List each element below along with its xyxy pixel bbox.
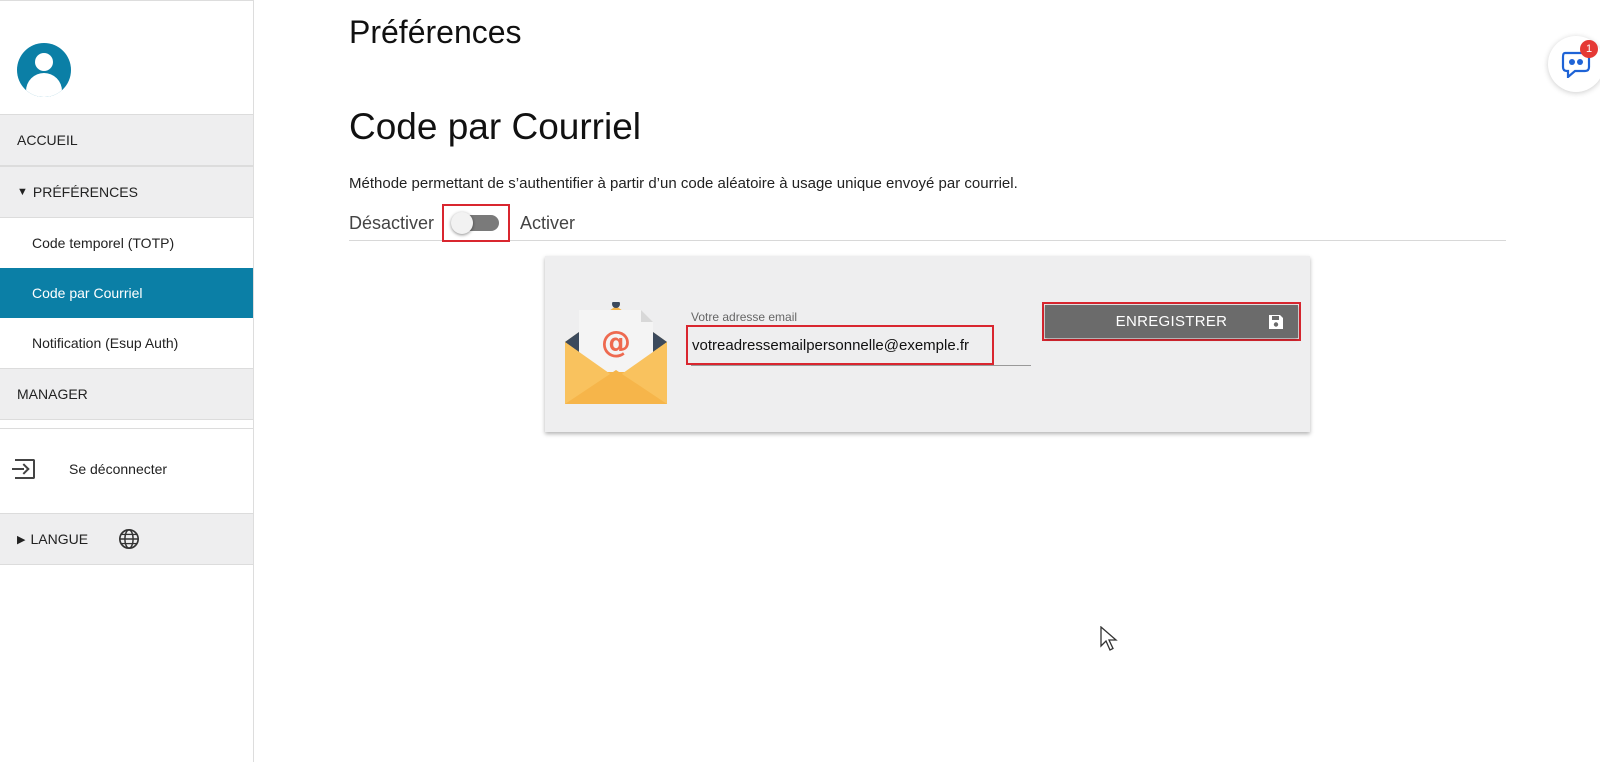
activation-toggle[interactable] — [451, 212, 500, 234]
envelope-icon: @ — [565, 302, 667, 404]
toggle-knob — [451, 212, 474, 234]
sidebar-item-label: PRÉFÉRENCES — [32, 184, 138, 200]
email-field-underline — [691, 365, 1031, 366]
sidebar-item-label: Code temporel (TOTP) — [32, 235, 175, 251]
save-button[interactable]: ENREGISTRER — [1045, 305, 1298, 338]
svg-text:@: @ — [601, 325, 631, 360]
notification-badge: 1 — [1580, 40, 1598, 58]
activation-toggle-row: Désactiver Activer — [349, 204, 1506, 242]
save-button-label: ENREGISTRER — [1115, 313, 1228, 330]
toggle-highlight — [442, 204, 511, 242]
sidebar-item-manager[interactable]: MANAGER — [0, 368, 253, 420]
sidebar-item-totp[interactable]: Code temporel (TOTP) — [0, 218, 253, 268]
caret-right-icon: ▶ — [17, 533, 26, 546]
floppy-disk-icon — [1269, 315, 1283, 329]
save-button-highlight: ENREGISTRER — [1042, 302, 1301, 341]
toggle-on-label: Activer — [520, 212, 576, 233]
logout-button[interactable]: Se déconnecter — [0, 428, 253, 508]
logout-label: Se déconnecter — [69, 460, 168, 477]
sidebar-item-label: MANAGER — [17, 386, 88, 402]
sidebar: ACCUEIL ▼ PRÉFÉRENCES Code temporel (TOT… — [0, 0, 254, 762]
method-description: Méthode permettant de s’authentifier à p… — [349, 175, 1018, 192]
sidebar-item-label: Code par Courriel — [32, 285, 143, 301]
sidebar-item-accueil[interactable]: ACCUEIL — [0, 114, 253, 166]
chat-widget-button[interactable]: 1 — [1548, 36, 1600, 92]
sidebar-item-label: ACCUEIL — [17, 132, 78, 148]
section-title: Code par Courriel — [349, 106, 642, 147]
sidebar-item-langue[interactable]: ▶ LANGUE — [0, 513, 253, 565]
email-field[interactable] — [692, 336, 992, 354]
caret-down-icon: ▼ — [17, 186, 28, 198]
email-field-highlight — [686, 325, 994, 365]
email-card: @ Votre adresse email ENREGISTRER — [545, 256, 1310, 432]
page-title: Préférences — [349, 14, 522, 50]
email-field-label: Votre adresse email — [691, 310, 798, 324]
user-avatar-icon[interactable] — [17, 43, 71, 97]
sidebar-item-label: LANGUE — [30, 531, 89, 547]
sidebar-item-label: Notification (Esup Auth) — [32, 335, 179, 351]
sidebar-item-preferences[interactable]: ▼ PRÉFÉRENCES — [0, 166, 253, 218]
globe-icon — [119, 529, 140, 549]
toggle-off-label: Désactiver — [349, 212, 435, 233]
sidebar-item-esup-auth[interactable]: Notification (Esup Auth) — [0, 318, 253, 368]
logout-icon — [12, 458, 35, 479]
mouse-cursor-icon — [1100, 626, 1118, 651]
sidebar-item-courriel[interactable]: Code par Courriel — [0, 268, 253, 318]
